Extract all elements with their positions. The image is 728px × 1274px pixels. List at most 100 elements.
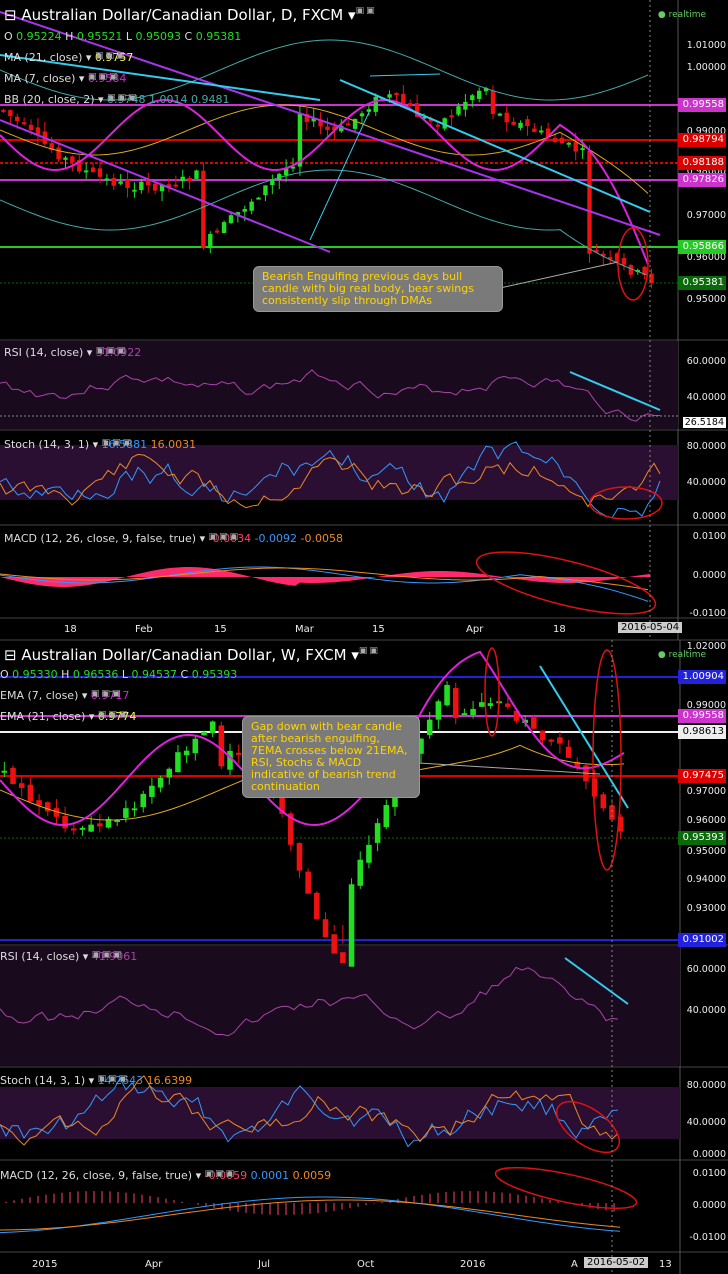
daily-candle-body — [525, 119, 530, 127]
daily-candle-body — [621, 257, 627, 265]
collapse-icon[interactable]: ⊟ — [4, 6, 17, 24]
daily-stoch-tick: 80.0000 — [686, 441, 726, 452]
daily-stoch-legend[interactable]: Stoch (14, 3, 1) ▾ ▣▣▣ 16.5881 16.0031 — [4, 438, 196, 451]
weekly-candle-body — [305, 871, 311, 894]
daily-ma7-legend[interactable]: MA (7, close) ▾ ▣▣▣ 0.9584 — [4, 72, 126, 85]
weekly-candle-body — [444, 685, 450, 706]
weekly-candle-body — [348, 884, 355, 967]
weekly-x-tick: Oct — [357, 1259, 375, 1270]
weekly-macd-tick: 0.0000 — [692, 1200, 726, 1211]
daily-candle-body — [476, 90, 482, 99]
weekly-macd-tick: -0.0100 — [689, 1232, 726, 1243]
weekly-price-tag: 1.00904 — [678, 670, 726, 684]
daily-rsi-legend[interactable]: RSI (14, close) ▾ ▣▣▣ 31.0922 — [4, 346, 141, 359]
daily-candle-body — [490, 90, 496, 115]
daily-ma7-line — [0, 99, 649, 265]
weekly-ema7-legend[interactable]: EMA (7, close) ▾ ▣▣▣ 0.9717 — [0, 689, 129, 702]
daily-candle-body — [56, 147, 61, 160]
daily-candle-body — [83, 170, 89, 173]
daily-price-tag: 0.97826 — [678, 173, 726, 187]
weekly-candle-body — [383, 805, 390, 828]
daily-candle-body — [539, 130, 544, 133]
daily-rsi-tick: 40.0000 — [686, 392, 726, 403]
daily-candle-body — [242, 208, 247, 212]
chevron-down-icon[interactable]: ▾ — [351, 646, 359, 664]
daily-candle-body — [270, 179, 275, 186]
weekly-candle-body — [609, 805, 615, 820]
weekly-macd-legend[interactable]: MACD (12, 26, close, 9, false, true) ▾ ▣… — [0, 1169, 331, 1182]
daily-candle-body — [552, 138, 558, 142]
daily-candle-body — [15, 116, 20, 121]
weekly-candle-body — [374, 823, 381, 843]
daily-bb-upper — [0, 39, 649, 101]
weekly-price-tick: 0.93000 — [686, 903, 726, 914]
daily-x-tick: 18 — [64, 624, 77, 635]
weekly-candle-body — [62, 815, 68, 829]
panel-buttons[interactable]: ▣▣ — [356, 6, 377, 16]
daily-bb-legend[interactable]: BB (20, close, 2) ▾ ▣▣▣ 0.9748 1.0014 0.… — [4, 93, 229, 106]
chevron-down-icon[interactable]: ▾ — [348, 6, 356, 24]
daily-macd-legend[interactable]: MACD (12, 26, close, 9, false, true) ▾ ▣… — [4, 532, 343, 545]
collapse-icon[interactable]: ⊟ — [4, 646, 17, 664]
weekly-candle-body — [18, 783, 25, 788]
daily-macd-tick: 0.0000 — [692, 570, 726, 581]
weekly-stoch-legend[interactable]: Stoch (14, 3, 1) ▾ ▣▣▣ 14.2643 16.6399 — [0, 1074, 192, 1087]
weekly-macd-line — [0, 1196, 621, 1234]
weekly-rsi-legend[interactable]: RSI (14, close) ▾ ▣▣▣ 41.9061 — [0, 950, 137, 963]
daily-candle-body — [152, 183, 158, 191]
realtime-indicator: ● realtime — [657, 10, 706, 20]
weekly-candle-body — [218, 725, 225, 767]
weekly-ohlc: O 0.95330 H 0.96536 L 0.94537 C 0.95393 — [0, 668, 238, 681]
weekly-price-tick: 1.02000 — [686, 641, 726, 652]
daily-candle-body — [504, 112, 509, 123]
daily-annotation: Bearish Engulfing previous days bull can… — [253, 266, 503, 312]
weekly-price-tag: 0.91002 — [678, 933, 726, 947]
weekly-candle-body — [470, 708, 476, 716]
weekly-candle-body — [157, 777, 164, 788]
weekly-rsi-pane — [0, 946, 680, 1066]
weekly-candle-body — [557, 737, 563, 744]
daily-x-tick: Apr — [466, 624, 484, 635]
weekly-stoch-tick: 80.0000 — [686, 1080, 726, 1091]
daily-candle-body — [173, 184, 179, 187]
weekly-candle-body — [322, 919, 329, 938]
weekly-x-tick: A — [571, 1259, 578, 1270]
weekly-stoch-tick: 40.0000 — [686, 1117, 726, 1128]
daily-candle-body — [587, 150, 592, 254]
weekly-candle-body — [79, 827, 86, 830]
daily-candle-body — [408, 103, 413, 107]
daily-candle-body — [470, 95, 475, 101]
daily-candle-body — [8, 110, 13, 117]
daily-candle-body — [201, 170, 206, 249]
daily-candle-body — [497, 113, 503, 116]
daily-candle-body — [132, 189, 137, 192]
weekly-macd-oval — [494, 1166, 638, 1210]
daily-candle-body — [139, 181, 144, 191]
daily-ma21-legend[interactable]: MA (21, close) ▾ ▣▣▣ 0.9757 — [4, 51, 133, 64]
weekly-price-tag: 0.99558 — [678, 709, 726, 723]
weekly-x-tick: Jul — [258, 1259, 271, 1270]
weekly-candle-body — [71, 828, 77, 831]
daily-price-tick: 0.95000 — [686, 294, 726, 305]
daily-price-tick: 1.00000 — [686, 62, 726, 73]
daily-candle-body — [118, 181, 123, 184]
weekly-x-tick: 13 — [659, 1259, 672, 1270]
daily-candle-body — [373, 96, 378, 112]
daily-candle-body — [580, 148, 585, 151]
daily-candle-body — [387, 94, 392, 98]
daily-chart-title: Australian Dollar/Canadian Dollar, D, FX… — [21, 6, 344, 24]
weekly-candle-body — [175, 752, 181, 773]
daily-candle-body — [90, 167, 96, 172]
weekly-candle-body — [10, 767, 16, 784]
daily-title-row: ⊟ Australian Dollar/Canadian Dollar, D, … — [4, 6, 375, 24]
daily-candle-body — [263, 185, 268, 196]
weekly-ema21-legend[interactable]: EMA (21, close) ▾ ▣▣▣ 0.9774 — [0, 710, 136, 723]
weekly-annotation: Gap down with bear candle after bearish … — [242, 716, 420, 798]
panel-buttons[interactable]: ▣▣ — [359, 646, 380, 656]
weekly-candle-body — [487, 703, 494, 706]
daily-candle-body — [256, 197, 261, 200]
weekly-x-tick: Apr — [145, 1259, 163, 1270]
weekly-candle-body — [565, 746, 572, 758]
weekly-candle-body — [426, 719, 433, 735]
daily-candle-body — [325, 126, 330, 131]
